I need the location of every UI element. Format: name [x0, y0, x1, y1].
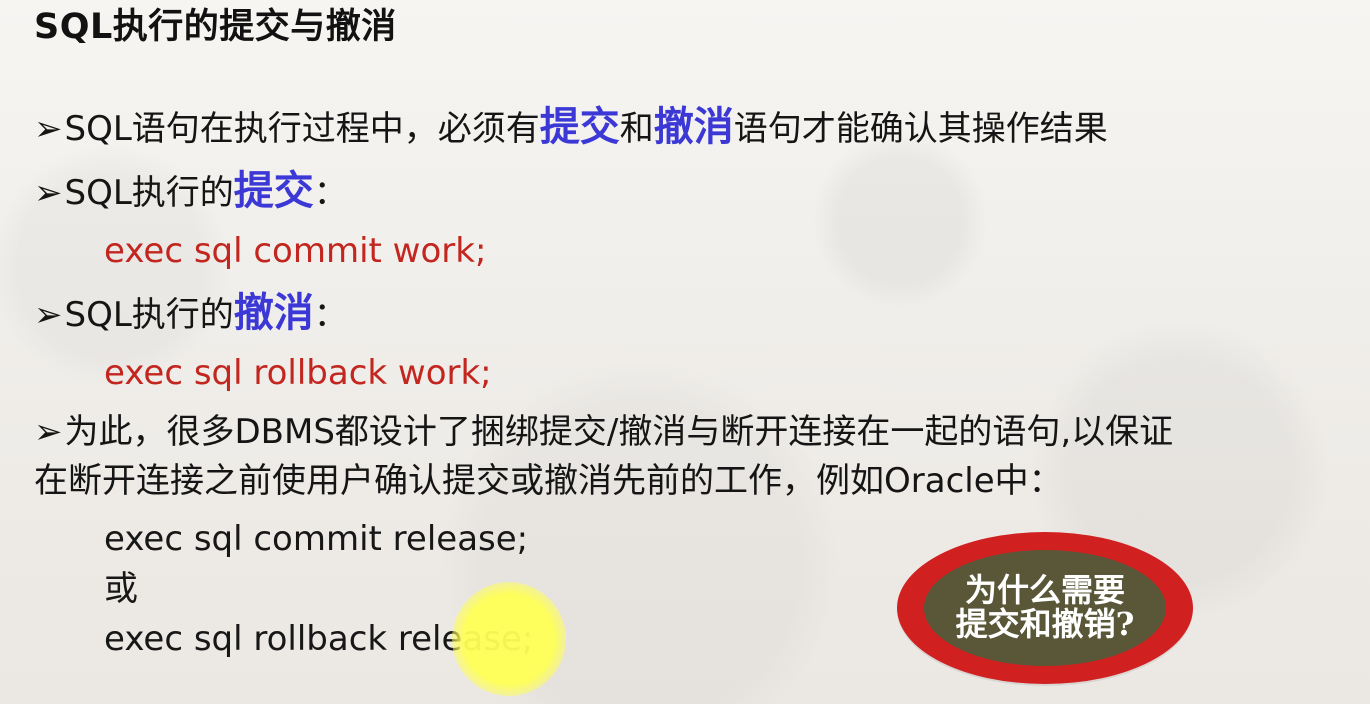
bullet-line-4-prefix: 为此，很多DBMS都设计了捆绑提交/撤消与断开连接在一起的语句,以保证	[64, 412, 1174, 452]
slide: SQL执行的提交与撤消 ➢SQL语句在执行过程中，必须有提交和撤消语句才能确认其…	[0, 0, 1370, 704]
bullet-line-1-prefix: SQL语句在执行过程中，必须有	[64, 109, 540, 149]
bullet-line-3-suffix: ：	[313, 295, 348, 335]
bullet-line-1-suffix: 语句才能确认其操作结果	[733, 109, 1108, 149]
bullet-line-2-suffix: ：	[313, 173, 348, 213]
code-rollback-release: exec sql rollback release;	[104, 619, 534, 659]
slide-title: SQL执行的提交与撤消	[34, 7, 397, 47]
bullet-arrow-icon: ➢	[34, 173, 63, 213]
bullet-line-2: ➢SQL执行的提交：	[34, 168, 348, 214]
bullet-line-1-middle: 和	[619, 109, 654, 149]
code-rollback-work: exec sql rollback work;	[104, 353, 492, 393]
code-commit-work: exec sql commit work;	[104, 231, 487, 271]
question-badge-line-2: 提交和撤销?	[955, 605, 1135, 643]
question-badge-inner: 为什么需要 提交和撤销?	[924, 550, 1166, 666]
bullet-line-2-prefix: SQL执行的	[64, 173, 234, 213]
bullet-line-4-first: ➢为此，很多DBMS都设计了捆绑提交/撤消与断开连接在一起的语句,以保证	[34, 408, 1344, 457]
bullet-line-3: ➢SQL执行的撤消：	[34, 290, 348, 336]
highlight-submit: 提交	[233, 168, 314, 214]
highlight-commit: 提交	[539, 104, 620, 150]
code-commit-release: exec sql commit release;	[104, 519, 529, 559]
highlight-undo: 撤消	[233, 290, 314, 336]
bullet-line-4: ➢为此，很多DBMS都设计了捆绑提交/撤消与断开连接在一起的语句,以保证 在断开…	[34, 408, 1344, 505]
bullet-line-3-prefix: SQL执行的	[64, 295, 234, 335]
highlight-rollback: 撤消	[653, 104, 734, 150]
bullet-arrow-icon: ➢	[34, 412, 63, 452]
question-badge: 为什么需要 提交和撤销?	[897, 532, 1193, 684]
bullet-arrow-icon: ➢	[34, 109, 63, 149]
bullet-line-4-second: 在断开连接之前使用户确认提交或撤消先前的工作，例如Oracle中：	[34, 460, 1063, 501]
code-or: 或	[104, 569, 138, 609]
bullet-arrow-icon: ➢	[34, 295, 63, 335]
question-badge-line-1: 为什么需要	[964, 571, 1125, 610]
bullet-line-1: ➢SQL语句在执行过程中，必须有提交和撤消语句才能确认其操作结果	[34, 104, 1108, 150]
